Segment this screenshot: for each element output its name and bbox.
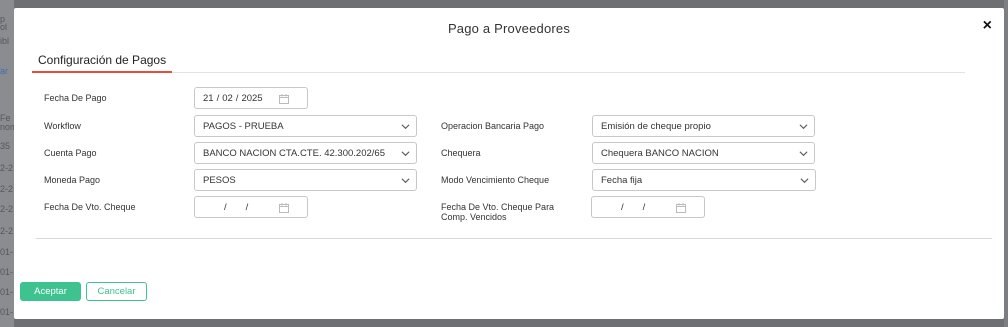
chevron-down-icon bbox=[401, 151, 410, 157]
chevron-down-icon bbox=[799, 151, 808, 157]
date-separator: / bbox=[216, 92, 220, 104]
chequera-select[interactable]: Chequera BANCO NACION bbox=[592, 142, 815, 164]
background-fragment: ar bbox=[0, 66, 9, 76]
date-separator: / bbox=[224, 201, 227, 213]
moneda-pago-label: Moneda Pago bbox=[44, 175, 101, 185]
cuenta-pago-select[interactable]: BANCO NACION CTA.CTE. 42.300.202/65 bbox=[194, 142, 417, 164]
fecha-pago-label: Fecha De Pago bbox=[44, 93, 107, 103]
moneda-pago-select[interactable]: PESOS bbox=[194, 169, 417, 191]
chequera-value: Chequera BANCO NACION bbox=[601, 147, 719, 159]
date-separator: / bbox=[621, 201, 624, 213]
fecha-vto-vencidos-label-line1: Fecha De Vto. Cheque Para bbox=[441, 202, 555, 212]
chevron-down-icon bbox=[401, 178, 410, 184]
fecha-pago-month: 02 bbox=[222, 92, 233, 104]
workflow-label: Workflow bbox=[44, 121, 81, 131]
chevron-down-icon bbox=[800, 178, 809, 184]
background-fragment: ibl bbox=[0, 36, 10, 46]
fecha-vto-cheque-label: Fecha De Vto. Cheque bbox=[44, 202, 136, 212]
background-fragment: 01- bbox=[0, 267, 14, 277]
date-separator: / bbox=[642, 201, 646, 213]
tab-configuracion-pagos[interactable]: Configuración de Pagos bbox=[32, 51, 173, 73]
background-fragment: 2-2 bbox=[0, 226, 14, 236]
fecha-vto-vencidos-field[interactable]: / / bbox=[591, 196, 705, 218]
background-edge bbox=[1004, 0, 1008, 327]
moneda-pago-value: PESOS bbox=[203, 174, 236, 186]
form-divider bbox=[36, 238, 992, 239]
background-fragment: ol bbox=[0, 22, 8, 32]
fecha-pago-year: 2025 bbox=[241, 92, 263, 104]
cuenta-pago-value: BANCO NACION CTA.CTE. 42.300.202/65 bbox=[203, 147, 385, 159]
workflow-select[interactable]: PAGOS - PRUEBA bbox=[194, 115, 417, 137]
fecha-vto-cheque-field[interactable]: / / bbox=[194, 196, 308, 218]
calendar-icon[interactable] bbox=[279, 203, 289, 213]
calendar-icon[interactable] bbox=[279, 94, 289, 104]
background-fragment: 2-2 bbox=[0, 163, 14, 173]
background-fragment: 01- bbox=[0, 307, 14, 317]
operacion-bancaria-label: Operacion Bancaria Pago bbox=[441, 121, 545, 131]
background-fragment: nom bbox=[0, 122, 14, 132]
accept-button[interactable]: Aceptar bbox=[20, 282, 81, 301]
chevron-down-icon bbox=[401, 124, 410, 130]
fecha-vto-vencidos-label-line2: Comp. Vencidos bbox=[441, 212, 507, 222]
modo-vencimiento-select[interactable]: Fecha fija bbox=[592, 169, 816, 191]
payment-modal: Pago a Proveedores × Configuración de Pa… bbox=[14, 8, 1004, 319]
operacion-bancaria-select[interactable]: Emisión de cheque propio bbox=[592, 115, 815, 137]
chevron-down-icon bbox=[799, 124, 808, 130]
fecha-pago-day: 21 bbox=[203, 92, 214, 104]
tab-bar: Configuración de Pagos bbox=[32, 51, 965, 73]
close-icon[interactable]: × bbox=[983, 18, 992, 34]
modo-vencimiento-value: Fecha fija bbox=[601, 174, 643, 186]
calendar-icon[interactable] bbox=[676, 203, 686, 213]
background-fragment: 35 bbox=[0, 141, 11, 151]
background-fragment: 2-2 bbox=[0, 204, 14, 214]
operacion-bancaria-value: Emisión de cheque propio bbox=[601, 120, 711, 132]
date-separator: / bbox=[235, 92, 239, 104]
modo-vencimiento-label: Modo Vencimiento Cheque bbox=[441, 175, 550, 185]
chequera-label: Chequera bbox=[441, 148, 481, 158]
background-fragment: 01- bbox=[0, 247, 14, 257]
date-separator: / bbox=[245, 201, 249, 213]
background-page: p ol ibl ar Fe nom 35 2-2 2-2 2-2 2-2 01… bbox=[0, 0, 14, 327]
cuenta-pago-label: Cuenta Pago bbox=[44, 148, 97, 158]
modal-title: Pago a Proveedores bbox=[447, 21, 571, 36]
fecha-vto-vencidos-label: Fecha De Vto. Cheque Para Comp. Vencidos bbox=[441, 202, 554, 222]
background-fragment: 2-2 bbox=[0, 184, 14, 194]
fecha-pago-field[interactable]: 21 / 02 / 2025 bbox=[194, 87, 308, 109]
cancel-button[interactable]: Cancelar bbox=[86, 282, 147, 301]
workflow-value: PAGOS - PRUEBA bbox=[203, 120, 284, 132]
background-fragment: 01- bbox=[0, 287, 14, 297]
